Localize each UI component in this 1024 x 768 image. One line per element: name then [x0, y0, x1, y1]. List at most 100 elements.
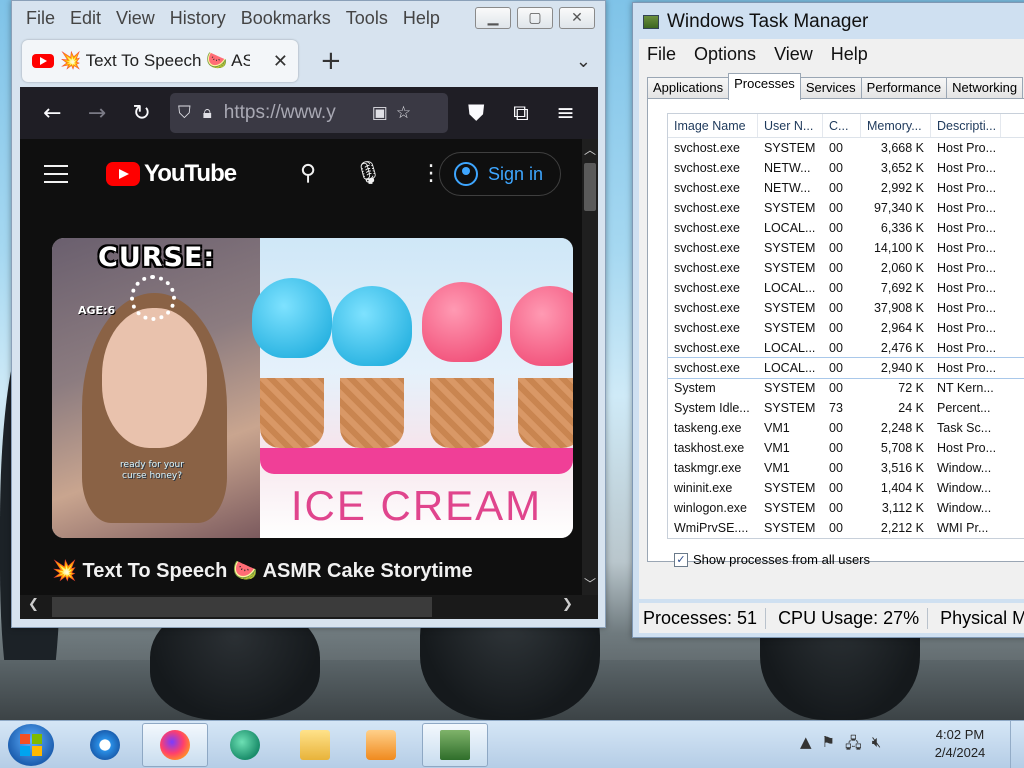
- task-manager-window: Windows Task Manager File Options View H…: [632, 2, 1024, 638]
- vertical-scroll-thumb[interactable]: [584, 163, 596, 211]
- url-text[interactable]: https://www.y: [224, 102, 364, 124]
- url-bar[interactable]: ⛉ 🔒︎ https://www.y ▣ ☆: [169, 93, 448, 133]
- search-icon[interactable]: ⚲: [300, 161, 316, 186]
- tab-services[interactable]: Services: [799, 77, 862, 99]
- menu-file[interactable]: File: [26, 8, 55, 29]
- show-hidden-icons-icon[interactable]: ▲: [800, 733, 812, 758]
- process-row[interactable]: svchost.exe SYSTEM 00 37,908 K Host Pro...: [668, 298, 1024, 318]
- youtube-logo[interactable]: YouTube: [106, 160, 237, 188]
- tab-processes[interactable]: Processes: [728, 73, 801, 100]
- column-cpu[interactable]: C...: [823, 114, 861, 137]
- chat-app-icon: [230, 730, 260, 760]
- process-row[interactable]: svchost.exe SYSTEM 00 2,060 K Host Pro...: [668, 258, 1024, 278]
- system-clock[interactable]: 4:02 PM 2/4/2024: [920, 726, 1000, 762]
- action-center-flag-icon[interactable]: ⚑: [822, 733, 835, 758]
- close-window-button[interactable]: ✕: [559, 7, 595, 29]
- process-row[interactable]: taskmgr.exe VM1 00 3,516 K Window...: [668, 458, 1024, 478]
- close-tab-icon[interactable]: ✕: [273, 51, 288, 72]
- video-thumbnail[interactable]: CURSE: AGE:6 ready for your curse honey?…: [52, 238, 573, 538]
- column-image-name[interactable]: Image Name: [668, 114, 758, 137]
- scroll-up-icon[interactable]: ︿: [582, 139, 598, 161]
- sign-in-button[interactable]: Sign in: [439, 152, 561, 196]
- volume-muted-icon[interactable]: 🔇︎: [872, 733, 881, 758]
- picture-in-picture-icon[interactable]: ▣: [372, 103, 388, 123]
- menu-view[interactable]: View: [116, 8, 155, 29]
- hamburger-menu-icon[interactable]: [44, 165, 68, 183]
- app-menu-icon[interactable]: ≡: [543, 101, 588, 126]
- tm-menu-file[interactable]: File: [647, 44, 676, 65]
- network-icon[interactable]: 🖧: [845, 733, 862, 758]
- menu-edit[interactable]: Edit: [70, 8, 101, 29]
- maximize-button[interactable]: ▢: [517, 7, 553, 29]
- tab-applications[interactable]: Applications: [647, 77, 730, 99]
- horizontal-scrollbar[interactable]: ❮ ❯: [20, 595, 598, 619]
- process-row[interactable]: WmiPrvSE.... SYSTEM 00 2,212 K WMI Pr...: [668, 518, 1024, 538]
- scroll-left-icon[interactable]: ❮: [28, 597, 39, 612]
- taskbar-media-player[interactable]: [348, 723, 414, 767]
- taskbar-chat-app[interactable]: [212, 723, 278, 767]
- process-row[interactable]: svchost.exe LOCAL... 00 7,692 K Host Pro...: [668, 278, 1024, 298]
- menu-tools[interactable]: Tools: [346, 8, 388, 29]
- tm-menu-view[interactable]: View: [774, 44, 813, 65]
- taskbar-file-explorer[interactable]: [282, 723, 348, 767]
- taskbar-firefox[interactable]: [142, 723, 208, 767]
- reload-icon[interactable]: ↻: [119, 101, 164, 126]
- taskbar-task-manager[interactable]: [422, 723, 488, 767]
- tm-menu-options[interactable]: Options: [694, 44, 756, 65]
- extensions-icon[interactable]: ⧉: [499, 101, 544, 126]
- process-row[interactable]: taskeng.exe VM1 00 2,248 K Task Sc...: [668, 418, 1024, 438]
- forward-icon[interactable]: →: [75, 101, 120, 126]
- process-row[interactable]: svchost.exe NETW... 00 2,992 K Host Pro...: [668, 178, 1024, 198]
- tm-menu-help[interactable]: Help: [831, 44, 868, 65]
- video-title[interactable]: 💥 Text To Speech 🍉 ASMR Cake Storytime: [52, 556, 572, 586]
- process-row[interactable]: svchost.exe NETW... 00 3,652 K Host Pro...: [668, 158, 1024, 178]
- process-row[interactable]: svchost.exe SYSTEM 00 97,340 K Host Pro...: [668, 198, 1024, 218]
- scroll-down-icon[interactable]: ﹀: [582, 573, 598, 595]
- bookmark-star-icon[interactable]: ☆: [396, 103, 411, 123]
- process-row[interactable]: svchost.exe SYSTEM 00 14,100 K Host Pro...: [668, 238, 1024, 258]
- tab-networking[interactable]: Networking: [946, 77, 1024, 99]
- menu-help[interactable]: Help: [403, 8, 440, 29]
- lock-icon[interactable]: 🔒︎: [203, 103, 212, 123]
- shield-icon[interactable]: ⛉: [178, 103, 191, 123]
- process-memory: 3,668 K: [880, 141, 924, 155]
- checkbox-check-icon[interactable]: ✓: [674, 552, 688, 567]
- process-list[interactable]: Image Name User N... C... Memory... Desc…: [667, 113, 1024, 539]
- scroll-right-icon[interactable]: ❯: [562, 597, 573, 612]
- process-user-name: LOCAL...: [764, 221, 816, 235]
- menu-bookmarks[interactable]: Bookmarks: [241, 8, 331, 29]
- chevron-down-icon[interactable]: ⌄: [576, 51, 591, 72]
- process-row[interactable]: System Idle... SYSTEM 73 24 K Percent...: [668, 398, 1024, 418]
- process-description: NT Kern...: [937, 381, 994, 395]
- process-row[interactable]: svchost.exe SYSTEM 00 2,964 K Host Pro...: [668, 318, 1024, 338]
- process-row[interactable]: svchost.exe LOCAL... 00 2,940 K Host Pro...: [668, 357, 1024, 379]
- show-desktop-button[interactable]: [1010, 721, 1024, 768]
- process-row[interactable]: svchost.exe SYSTEM 00 3,668 K Host Pro...: [668, 138, 1024, 158]
- pocket-icon[interactable]: ⛊: [454, 101, 499, 126]
- minimize-button[interactable]: ▁: [475, 7, 511, 29]
- taskbar-internet-explorer[interactable]: [72, 723, 138, 767]
- process-row[interactable]: taskhost.exe VM1 00 5,708 K Host Pro...: [668, 438, 1024, 458]
- firefox-window-controls: ▁ ▢ ✕: [475, 7, 595, 29]
- back-icon[interactable]: ←: [30, 101, 75, 126]
- process-row[interactable]: svchost.exe LOCAL... 00 6,336 K Host Pro...: [668, 218, 1024, 238]
- process-row[interactable]: svchost.exe LOCAL... 00 2,476 K Host Pro...: [668, 338, 1024, 358]
- microphone-icon[interactable]: 🎙︎: [354, 161, 382, 186]
- process-user-name: VM1: [764, 441, 790, 455]
- column-description[interactable]: Descripti...: [931, 114, 1001, 137]
- column-memory[interactable]: Memory...: [861, 114, 931, 137]
- firefox-icon: [160, 730, 190, 760]
- process-row[interactable]: System SYSTEM 00 72 K NT Kern...: [668, 378, 1024, 398]
- column-user-name[interactable]: User N...: [758, 114, 823, 137]
- process-row[interactable]: winlogon.exe SYSTEM 00 3,112 K Window...: [668, 498, 1024, 518]
- show-all-processes-checkbox[interactable]: ✓ Show processes from all users: [674, 552, 870, 567]
- vertical-scrollbar[interactable]: ︿ ﹀: [582, 139, 598, 595]
- new-tab-icon[interactable]: +: [320, 46, 342, 76]
- process-row[interactable]: wininit.exe SYSTEM 00 1,404 K Window...: [668, 478, 1024, 498]
- cone-1: [260, 378, 324, 448]
- menu-history[interactable]: History: [170, 8, 226, 29]
- tab-performance[interactable]: Performance: [860, 77, 948, 99]
- start-button[interactable]: [8, 724, 54, 766]
- tab-youtube[interactable]: 💥 Text To Speech 🍉 ASMR ✕: [22, 40, 298, 82]
- horizontal-scroll-thumb[interactable]: [52, 597, 432, 617]
